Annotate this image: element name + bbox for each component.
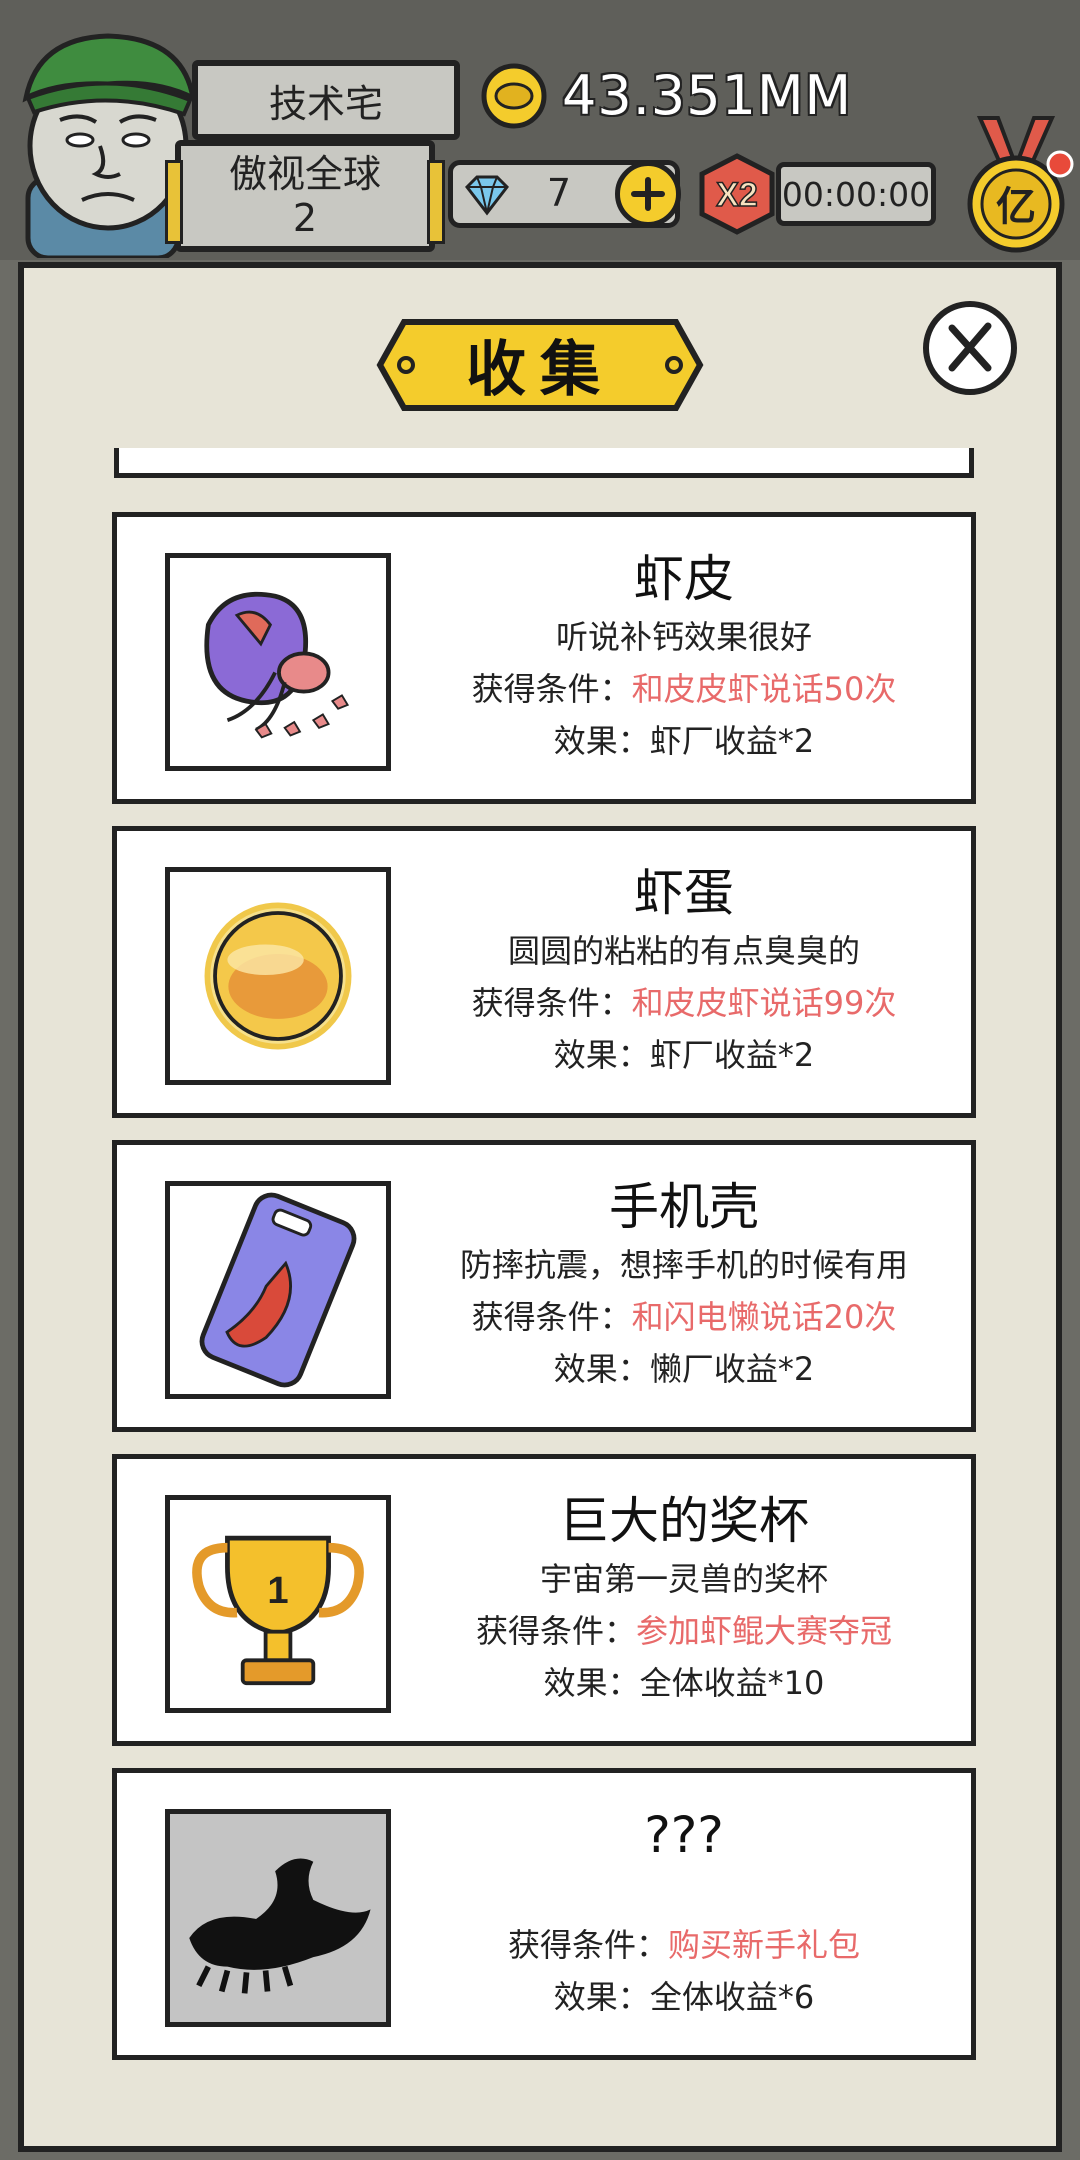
item-name: ??? (644, 1806, 724, 1864)
list-item: 手机壳 防摔抗震，想摔手机的时候有用 获得条件：和闪电懒说话20次 效果：懒厂收… (112, 1140, 976, 1432)
top-hud: 技术宅 傲视全球 2 43.351MM 7 X2 00:00:00 亿 (0, 0, 1080, 261)
list-item-partial (114, 448, 974, 478)
item-condition: 和皮皮虾说话50次 (631, 670, 897, 708)
item-info: ??? 获得条件：购买新手礼包 效果：全体收益*6 (417, 1803, 951, 2023)
shrimp-skin-bag-icon (165, 553, 391, 771)
item-name: 虾蛋 (634, 864, 734, 922)
collection-list[interactable]: 虾皮 听说补钙效果很好 获得条件：和皮皮虾说话50次 效果：虾厂收益*2 虾蛋 … (100, 448, 980, 2138)
item-description: 听说补钙效果很好 (555, 618, 812, 656)
item-condition: 和闪电懒说话20次 (631, 1298, 897, 1336)
item-info: 虾蛋 圆圆的粘粘的有点臭臭的 获得条件：和皮皮虾说话99次 效果：虾厂收益*2 (417, 861, 951, 1081)
item-description: 宇宙第一灵兽的奖杯 (539, 1560, 828, 1598)
panel-title: 收集 (466, 334, 614, 405)
close-button[interactable] (918, 296, 1022, 400)
item-effect: 懒厂收益*2 (649, 1350, 815, 1388)
player-name: 技术宅 (268, 81, 383, 126)
notification-dot (1046, 150, 1074, 178)
condition-label: 获得条件： (507, 1926, 668, 1964)
item-effect: 全体收益*6 (649, 1978, 815, 2016)
list-item: 虾蛋 圆圆的粘粘的有点臭臭的 获得条件：和皮皮虾说话99次 效果：虾厂收益*2 (112, 826, 976, 1118)
diamond-icon (463, 173, 511, 217)
coin-amount: 43.351MM (562, 64, 853, 127)
boost-timer: 00:00:00 (776, 162, 936, 226)
svg-text:1: 1 (267, 1569, 288, 1612)
gem-count: 7 (546, 171, 572, 215)
rank-plate: 傲视全球 2 (165, 140, 445, 252)
condition-label: 获得条件： (475, 1612, 636, 1650)
item-info: 手机壳 防摔抗震，想摔手机的时候有用 获得条件：和闪电懒说话20次 效果：懒厂收… (417, 1175, 951, 1395)
player-name-plate: 技术宅 (192, 60, 460, 140)
item-effect: 全体收益*10 (639, 1664, 825, 1702)
item-name: 巨大的奖杯 (559, 1492, 809, 1550)
medal-button[interactable]: 亿 (958, 112, 1074, 258)
condition-label: 获得条件： (471, 984, 632, 1022)
item-condition: 和皮皮虾说话99次 (631, 984, 897, 1022)
item-info: 虾皮 听说补钙效果很好 获得条件：和皮皮虾说话50次 效果：虾厂收益*2 (417, 547, 951, 767)
effect-label: 效果： (553, 722, 650, 760)
medal-label: 亿 (996, 184, 1036, 230)
condition-label: 获得条件： (471, 670, 632, 708)
rank-title: 傲视全球 (228, 152, 381, 196)
boost-label: X2 (716, 176, 758, 214)
list-item: ??? 获得条件：购买新手礼包 效果：全体收益*6 (112, 1768, 976, 2060)
phone-case-icon (165, 1181, 391, 1399)
item-condition: 购买新手礼包 (668, 1926, 861, 1964)
gem-bar: 7 (448, 160, 681, 228)
rank-level: 2 (292, 196, 318, 240)
item-name: 虾皮 (634, 550, 734, 608)
list-item: 1 巨大的奖杯 宇宙第一灵兽的奖杯 获得条件：参加虾鲲大赛夺冠 效果：全体收益*… (112, 1454, 976, 1746)
item-effect: 虾厂收益*2 (649, 1036, 815, 1074)
effect-label: 效果： (543, 1664, 640, 1702)
effect-label: 效果： (553, 1036, 650, 1074)
condition-label: 获得条件： (471, 1298, 632, 1336)
plus-icon (631, 177, 665, 211)
effect-label: 效果： (553, 1350, 650, 1388)
item-description: 圆圆的粘粘的有点臭臭的 (507, 932, 860, 970)
locked-silhouette-icon (165, 1809, 391, 2027)
double-boost-button[interactable]: X2 (696, 152, 778, 236)
effect-label: 效果： (553, 1978, 650, 2016)
item-info: 巨大的奖杯 宇宙第一灵兽的奖杯 获得条件：参加虾鲲大赛夺冠 效果：全体收益*10 (417, 1489, 951, 1709)
add-gems-button[interactable] (615, 161, 681, 227)
item-condition: 参加虾鲲大赛夺冠 (636, 1612, 893, 1650)
shrimp-egg-icon (165, 867, 391, 1085)
item-effect: 虾厂收益*2 (649, 722, 815, 760)
item-name: 手机壳 (609, 1178, 759, 1236)
item-description: 防摔抗震，想摔手机的时候有用 (459, 1246, 908, 1284)
list-item: 虾皮 听说补钙效果很好 获得条件：和皮皮虾说话50次 效果：虾厂收益*2 (112, 512, 976, 804)
close-icon (923, 301, 1017, 395)
trophy-icon: 1 (165, 1495, 391, 1713)
coin-icon (480, 62, 548, 130)
item-description (417, 1867, 951, 1919)
